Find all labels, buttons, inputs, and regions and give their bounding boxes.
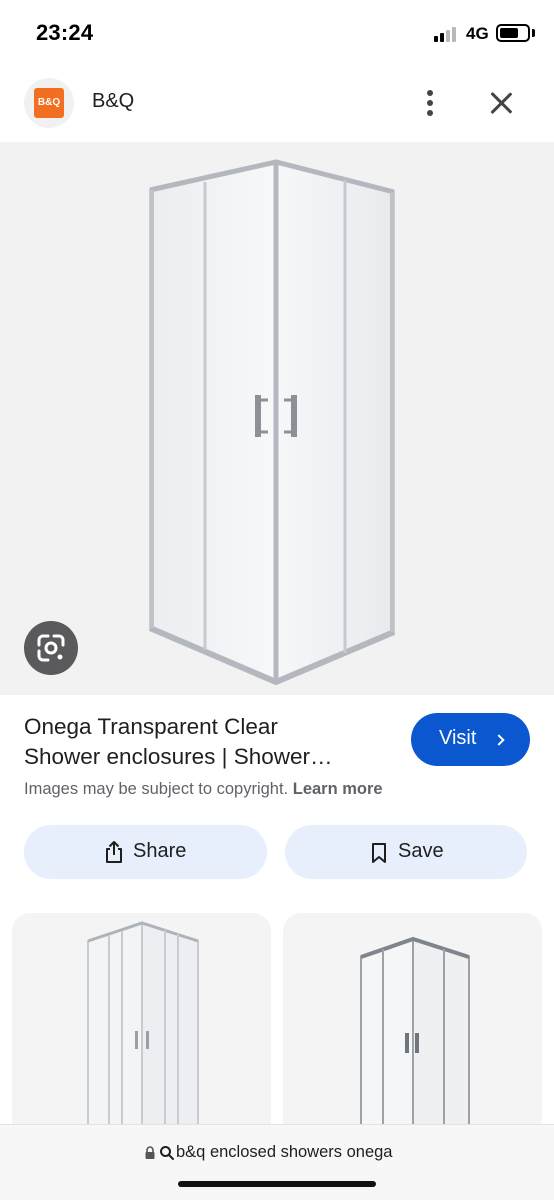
status-bar: 23:24 4G [0, 0, 554, 66]
save-button[interactable]: Save [285, 825, 527, 879]
related-image-card[interactable] [283, 913, 542, 1153]
copyright-notice: Images may be subject to copyright. Lear… [24, 780, 383, 799]
result-title-line-1: Onega Transparent Clear [24, 714, 278, 739]
header: B&Q B&Q [0, 66, 554, 142]
home-indicator[interactable] [178, 1181, 376, 1187]
related-image-card[interactable] [12, 913, 271, 1153]
bottom-url-bar[interactable]: b&q enclosed showers onega [0, 1124, 554, 1200]
learn-more-link[interactable]: Learn more [293, 780, 383, 798]
result-title-line-2: Shower enclosures | Shower… [24, 744, 333, 769]
url-text[interactable]: b&q enclosed showers onega [176, 1143, 392, 1162]
battery-icon [496, 24, 530, 42]
result-title[interactable]: Onega Transparent Clear Shower enclosure… [24, 712, 384, 772]
share-icon [106, 841, 122, 863]
site-name[interactable]: B&Q [92, 90, 134, 113]
site-favicon[interactable]: B&Q [24, 78, 74, 128]
signal-icon [434, 26, 460, 42]
chevron-right-icon [493, 734, 505, 746]
product-image[interactable] [0, 142, 554, 695]
shower-enclosure-thumbnail [360, 936, 470, 1153]
bookmark-icon [372, 843, 386, 863]
shower-enclosure-illustration [148, 159, 396, 686]
more-vertical-icon[interactable] [418, 88, 442, 118]
battery-cap [532, 29, 535, 37]
visit-button[interactable]: Visit [411, 713, 530, 766]
google-lens-icon[interactable] [24, 621, 78, 675]
bq-logo: B&Q [34, 88, 64, 118]
status-time: 23:24 [36, 20, 94, 45]
search-icon [160, 1146, 174, 1160]
share-button[interactable]: Share [24, 825, 267, 879]
lock-icon [145, 1146, 155, 1159]
copyright-text: Images may be subject to copyright. [24, 780, 289, 798]
shower-enclosure-thumbnail [87, 921, 199, 1153]
share-label: Share [133, 840, 187, 862]
visit-label: Visit [439, 727, 477, 749]
network-type: 4G [466, 24, 489, 43]
close-icon[interactable] [486, 88, 516, 118]
save-label: Save [398, 840, 444, 862]
